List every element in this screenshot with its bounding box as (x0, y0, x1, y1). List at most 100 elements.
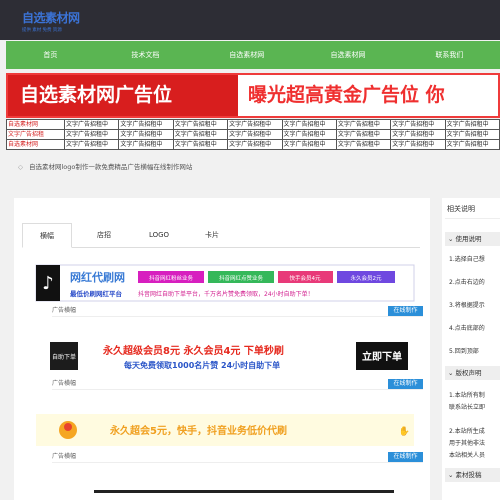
banner-meta-2: 广告横幅 在线制作 (52, 378, 423, 390)
copyright-item: 2.本站所生成 (449, 428, 485, 435)
main-nav: 首页 技术文档 自选素材网 自选素材网 联系我们 (6, 41, 500, 69)
ad-grid-cell[interactable]: 文字广告招租中 (172, 119, 229, 130)
main-content-card: 横幅 店招 LOGO 卡片 ♪ 网红代刷网 最低价刷网红平台 抖音网红粉丝业务 … (14, 198, 430, 500)
logo-title: 自选素材网 (22, 11, 80, 25)
banner-preview-2[interactable]: 自助下单 永久超级会员8元 永久会员4元 下单秒刷 每天免费领取1000名片赞 … (28, 336, 424, 376)
nav-item-home[interactable]: 首页 (6, 41, 95, 69)
ad3-text: 永久超会5元，快手，抖音业务低价代刷 (109, 424, 287, 437)
copyright-item: 联系站长立即 (449, 404, 486, 411)
ad-grid-row: 文字广告招租 文字广告招租中 文字广告招租中 文字广告招租中 文字广告招租中 文字广告招租… (6, 129, 500, 140)
make-online-button[interactable]: 在线制作 (388, 306, 423, 316)
usage-item: 2.点击右边的 (449, 279, 485, 286)
chevron-down-icon: ⌄ (448, 471, 456, 479)
ad-grid-cell[interactable]: 文字广告招租中 (63, 129, 120, 140)
ad-grid-row: 自选素材网 文字广告招租中 文字广告招租中 文字广告招租中 文字广告招租中 文字广告招租中… (6, 139, 500, 150)
ad-grid-cell[interactable]: 文字广告招租中 (390, 119, 446, 130)
ad2-cta: 立即下单 (362, 350, 402, 363)
notice-line: ◇ 自选素材网logo制作一款免费精品广告横幅在线制作网站 (18, 161, 498, 171)
logo-subtitle: 提供 素材 免费 资源 (22, 27, 62, 32)
sidebar-usage-head[interactable]: ⌄ 使用说明 (445, 232, 500, 246)
make-online-button[interactable]: 在线制作 (388, 452, 423, 462)
copyright-head-label: 版权声明 (455, 369, 482, 377)
banner-preview-3[interactable]: 永久超会5元，快手，抖音业务低价代刷 ✋ (28, 410, 424, 450)
tab-shop-sign[interactable]: 店招 (84, 223, 124, 248)
text-ad-grid: 自选素材网 文字广告招租中 文字广告招租中 文字广告招租中 文字广告招租中 文字广告招租中… (6, 119, 500, 150)
make-online-button[interactable]: 在线制作 (388, 379, 423, 389)
tiktok-icon: ♪ (42, 273, 54, 294)
thumb-icon: ✋ (399, 425, 410, 437)
ad-grid-cell[interactable]: 文字广告招租中 (444, 119, 500, 130)
usage-item: 4.点击底部的 (449, 325, 485, 332)
divider (445, 218, 500, 219)
ad-banner-right-text: 曝光超高黄金广告位 你 (248, 84, 445, 106)
ad-grid-cell[interactable]: 文字广告招租中 (335, 139, 392, 150)
ad-grid-cell[interactable]: 文字广告招租中 (227, 119, 283, 130)
category-tabs: 横幅 店招 LOGO 卡片 (22, 223, 420, 248)
ad-grid-cell[interactable]: 文字广告招租中 (118, 119, 174, 130)
banner-meta-1: 广告横幅 在线制作 (52, 305, 423, 317)
chevron-down-icon: ⌄ (448, 235, 456, 243)
sidebar-card: 相关说明 ⌄ 使用说明 1.选择自己想 2.点击右边的 3.将根据提示 4.点击… (442, 198, 500, 500)
nav-item-contact[interactable]: 联系我们 (399, 41, 500, 69)
ad-grid-row: 自选素材网 文字广告招租中 文字广告招租中 文字广告招租中 文字广告招租中 文字广告招租中… (6, 119, 500, 130)
usage-item: 5.回到顶部 (449, 348, 479, 355)
ad-grid-cell-link[interactable]: 文字广告招租 (6, 129, 65, 140)
ad-grid-cell[interactable]: 文字广告招租中 (227, 129, 283, 140)
sidebar-material-head[interactable]: ⌄ 素材投稿 (445, 468, 500, 482)
copyright-item: 用于其他非法 (449, 440, 486, 447)
ad1-tag-2: 抖音网红点赞业务 (219, 274, 264, 282)
copyright-item: 本站相关人员 (449, 452, 486, 459)
ad-grid-cell[interactable]: 文字广告招租中 (63, 139, 120, 150)
ad-grid-cell[interactable]: 文字广告招租中 (390, 129, 446, 140)
ad1-tag-1: 抖音网红粉丝业务 (149, 274, 194, 282)
usage-head-label: 使用说明 (455, 235, 482, 243)
ad-grid-cell[interactable]: 文字广告招租中 (227, 139, 283, 150)
copyright-item: 1.本站所有制 (449, 392, 485, 399)
banner-label: 广告横幅 (52, 453, 77, 460)
ad-grid-cell[interactable]: 文字广告招租中 (335, 119, 392, 130)
top-header-bar: 自选素材网 提供 素材 免费 资源 (0, 0, 500, 40)
next-banner-edge (94, 490, 394, 493)
site-logo[interactable]: 自选素材网 提供 素材 免费 资源 (22, 9, 80, 33)
ad1-subtitle: 最低价刷网红平台 (70, 289, 123, 298)
ad2-line1: 永久超级会员8元 永久会员4元 下单秒刷 (102, 344, 284, 357)
ad-banner-left-text: 自选素材网广告位 (8, 75, 238, 116)
nav-item-docs[interactable]: 技术文档 (95, 41, 196, 69)
ad1-tag-3: 快手会员4元 (290, 274, 321, 282)
usage-item: 3.将根据提示 (449, 302, 485, 309)
ad-grid-cell[interactable]: 文字广告招租中 (172, 139, 229, 150)
ad2-line2: 每天免费领取1000名片赞 24小时自助下单 (124, 360, 280, 370)
ad1-tag-4: 永久会员2元 (351, 274, 382, 282)
ad-grid-cell[interactable]: 文字广告招租中 (281, 139, 337, 150)
ad-grid-cell[interactable]: 文字广告招租中 (118, 129, 174, 140)
notice-text[interactable]: 自选素材网logo制作一款免费精品广告横幅在线制作网站 (29, 163, 192, 171)
ad-grid-cell[interactable]: 文字广告招租中 (281, 119, 337, 130)
chevron-down-icon: ⌄ (448, 369, 456, 377)
ad-grid-cell[interactable]: 文字广告招租中 (281, 129, 337, 140)
nav-item-materials-2[interactable]: 自选素材网 (297, 41, 398, 69)
tab-card[interactable]: 卡片 (192, 223, 232, 248)
ad-banner[interactable]: 自选素材网广告位 曝光超高黄金广告位 你 (6, 73, 500, 118)
banner-label: 广告横幅 (52, 307, 77, 314)
banner-preview-1[interactable]: ♪ 网红代刷网 最低价刷网红平台 抖音网红粉丝业务 抖音网红点赞业务 快手会员4… (28, 263, 424, 303)
tab-banner[interactable]: 横幅 (22, 223, 72, 248)
ad-grid-cell[interactable]: 文字广告招租中 (118, 139, 174, 150)
ad-grid-cell[interactable]: 文字广告招租中 (335, 129, 392, 140)
ad2-badge: 自助下单 (52, 353, 76, 361)
ad-grid-cell[interactable]: 文字广告招租中 (172, 129, 229, 140)
ad-grid-cell-link[interactable]: 自选素材网 (6, 139, 65, 150)
ad-grid-cell-link[interactable]: 自选素材网 (6, 119, 65, 130)
ad-grid-cell[interactable]: 文字广告招租中 (444, 129, 500, 140)
ad-grid-cell[interactable]: 文字广告招租中 (444, 139, 500, 150)
bullet-icon: ◇ (18, 163, 23, 171)
sidebar-title: 相关说明 (447, 205, 475, 213)
usage-item: 1.选择自己想 (449, 256, 485, 263)
sidebar-copyright-head[interactable]: ⌄ 版权声明 (445, 366, 500, 380)
tab-logo[interactable]: LOGO (134, 223, 184, 248)
nav-item-materials[interactable]: 自选素材网 (196, 41, 297, 69)
banner-label: 广告横幅 (52, 380, 77, 387)
ad-grid-cell[interactable]: 文字广告招租中 (63, 119, 120, 130)
ad-grid-cell[interactable]: 文字广告招租中 (390, 139, 446, 150)
material-head-label: 素材投稿 (455, 471, 482, 479)
ad1-tagline: 抖音网红自助下单平台，千万名片赞免费领取，24小时自助下单！ (138, 290, 314, 298)
